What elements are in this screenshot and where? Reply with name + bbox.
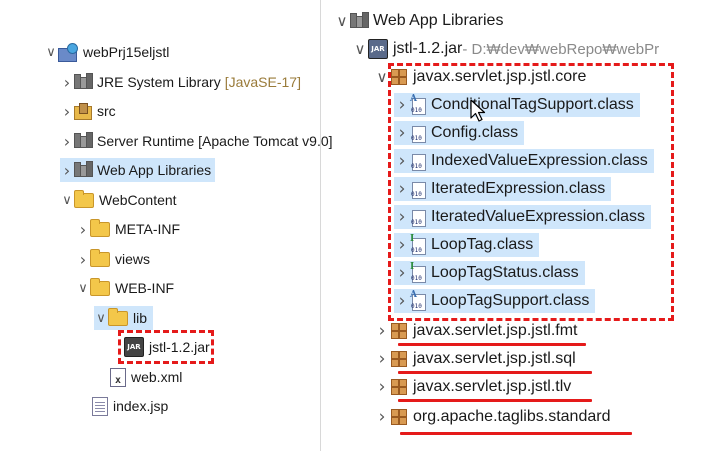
library-icon [74, 161, 93, 178]
chevron-down-icon[interactable]: ∨ [76, 281, 90, 296]
tree-item-label: javax.servlet.jsp.jstl.tlv [413, 378, 572, 395]
tree-item-label: index.jsp [113, 398, 169, 414]
chevron-right-icon[interactable]: › [60, 73, 74, 92]
tree-item-label: views [115, 251, 151, 267]
library-icon [74, 73, 93, 90]
tree-item-label: WEB-INF [115, 280, 175, 296]
chevron-right-icon[interactable]: › [60, 132, 74, 151]
tree-item-meta-inf[interactable]: › META-INF [76, 217, 180, 241]
package-icon [390, 408, 408, 426]
chevron-down-icon[interactable]: ∨ [60, 193, 74, 208]
sql-underline [398, 371, 592, 374]
tree-item-web-app-libraries[interactable]: › Web App Libraries [60, 158, 216, 182]
tree-item-label: Web App Libraries [373, 12, 504, 29]
chevron-down-icon[interactable]: ∨ [94, 311, 108, 326]
tree-item-package[interactable]: › javax.servlet.jsp.jstl.sql [374, 347, 576, 371]
tlv-underline [398, 399, 592, 402]
tree-item-lib[interactable]: ∨ lib [94, 306, 154, 330]
package-icon [390, 322, 408, 340]
chevron-right-icon[interactable]: › [76, 250, 90, 269]
chevron-right-icon[interactable]: › [76, 220, 90, 239]
tree-item-label: org.apache.taglibs.standard [413, 408, 611, 425]
tree-item-web-inf[interactable]: ∨ WEB-INF [76, 276, 174, 300]
jsp-file-icon [92, 396, 108, 416]
tree-item-server-runtime[interactable]: › Server Runtime [Apache Tomcat v9.0] [60, 129, 333, 153]
taglibs-underline [400, 432, 632, 435]
chevron-down-icon[interactable]: ∨ [44, 45, 58, 60]
tree-item-web-xml[interactable]: x web.xml [110, 365, 182, 389]
tree-item-jstl-jar[interactable]: ∨ JAR jstl-1.2.jar - D:₩dev₩webRepo₩webP… [352, 37, 659, 61]
folder-icon [90, 218, 110, 237]
xml-file-icon: x [110, 367, 126, 387]
tree-item-label: Web App Libraries [97, 162, 212, 178]
tree-item-package[interactable]: › javax.servlet.jsp.jstl.fmt [374, 319, 578, 343]
tree-item-label: lib [133, 310, 148, 326]
tree-item-web-app-libraries[interactable]: ∨ Web App Libraries [334, 9, 503, 33]
left-panel-divider [320, 0, 321, 451]
folder-icon [74, 189, 94, 208]
tree-item-package[interactable]: › org.apache.taglibs.standard [374, 405, 611, 429]
tree-item-src[interactable]: › src [60, 99, 116, 123]
chevron-right-icon[interactable]: › [60, 161, 74, 180]
core-package-annotation-box [388, 63, 674, 321]
chevron-right-icon[interactable]: › [374, 377, 390, 397]
jar-icon: JAR [368, 39, 388, 59]
library-icon [350, 12, 369, 29]
tree-item-label: META-INF [115, 221, 181, 237]
tree-item-project[interactable]: ∨ webPrj15eljstl [44, 40, 169, 64]
package-icon [390, 378, 408, 396]
jar-annotation-box [118, 330, 214, 364]
tree-item-label: JRE System Library [97, 74, 221, 90]
folder-icon [90, 248, 110, 267]
chevron-right-icon[interactable]: › [374, 321, 390, 341]
tree-item-label: jstl-1.2.jar [393, 40, 463, 57]
jar-path-decoration: - D:₩dev₩webRepo₩webPr [462, 40, 660, 58]
tree-item-views[interactable]: › views [76, 247, 150, 271]
folder-icon [90, 277, 110, 296]
tree-item-index-jsp[interactable]: index.jsp [92, 394, 168, 418]
tree-item-label: javax.servlet.jsp.jstl.fmt [413, 322, 578, 339]
chevron-down-icon[interactable]: ∨ [352, 40, 368, 58]
chevron-right-icon[interactable]: › [60, 102, 74, 121]
tree-item-jre-library[interactable]: › JRE System Library [JavaSE-17] [60, 70, 301, 94]
tree-item-label: WebContent [99, 192, 177, 208]
folder-icon [108, 307, 128, 326]
source-folder-icon [74, 103, 92, 120]
jre-version-decoration: [JavaSE-17] [224, 74, 301, 90]
tree-item-label: web.xml [131, 369, 183, 385]
chevron-right-icon[interactable]: › [374, 349, 390, 369]
tree-item-label: src [97, 103, 116, 119]
tree-item-label: webPrj15eljstl [83, 44, 170, 60]
project-icon [58, 43, 78, 62]
tree-item-label: javax.servlet.jsp.jstl.sql [413, 350, 576, 367]
tree-item-package[interactable]: › javax.servlet.jsp.jstl.tlv [374, 375, 572, 399]
tree-item-label: Server Runtime [Apache Tomcat v9.0] [97, 133, 333, 149]
mouse-cursor-icon [470, 99, 486, 122]
chevron-down-icon[interactable]: ∨ [334, 12, 350, 30]
chevron-right-icon[interactable]: › [374, 407, 390, 427]
package-icon [390, 350, 408, 368]
fmt-underline [398, 343, 586, 346]
tree-item-webcontent[interactable]: ∨ WebContent [60, 188, 177, 212]
library-icon [74, 132, 93, 149]
